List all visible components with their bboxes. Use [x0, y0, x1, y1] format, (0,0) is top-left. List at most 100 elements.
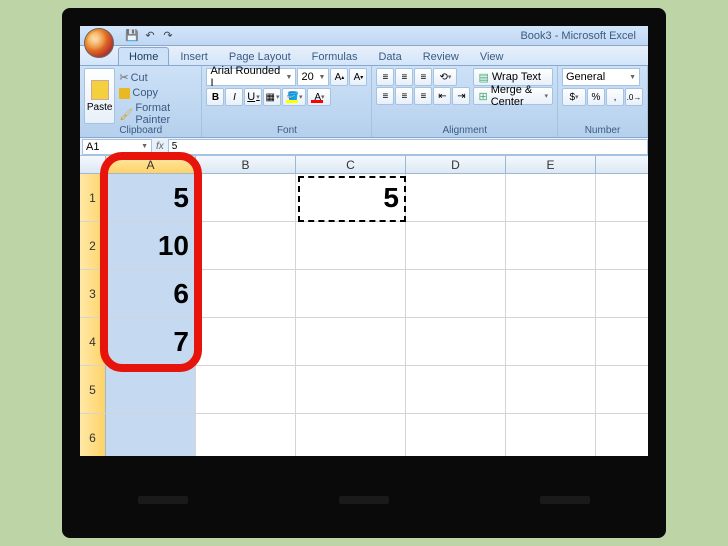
- increase-indent-button[interactable]: ⇥: [452, 87, 470, 105]
- align-bottom-button[interactable]: ≡: [414, 68, 432, 86]
- cell-a6[interactable]: [106, 414, 196, 456]
- cell-d6[interactable]: [406, 414, 506, 456]
- group-clipboard: Paste ✂Cut Copy 🖌Format Painter Clipboar…: [80, 66, 202, 137]
- cell-a4[interactable]: 7: [106, 318, 196, 365]
- ribbon-tabs: Home Insert Page Layout Formulas Data Re…: [80, 46, 648, 66]
- font-size-combo[interactable]: 20▼: [297, 68, 329, 86]
- font-color-button[interactable]: A▾: [307, 88, 331, 106]
- decrease-indent-button[interactable]: ⇤: [433, 87, 451, 105]
- cell-c4[interactable]: [296, 318, 406, 365]
- select-all-corner[interactable]: [80, 156, 106, 173]
- bold-button[interactable]: B: [206, 88, 224, 106]
- tab-view[interactable]: View: [470, 48, 514, 65]
- column-headers: A B C D E: [80, 156, 648, 174]
- number-format-combo[interactable]: General▼: [562, 68, 640, 86]
- col-header-d[interactable]: D: [406, 156, 506, 173]
- row-4: 4 7: [80, 318, 648, 366]
- cell-e4[interactable]: [506, 318, 596, 365]
- cell-b1[interactable]: [196, 174, 296, 221]
- row-header-1[interactable]: 1: [80, 174, 106, 221]
- cell-c5[interactable]: [296, 366, 406, 413]
- cell-c1[interactable]: 5: [296, 174, 406, 221]
- align-right-button[interactable]: ≡: [414, 87, 432, 105]
- merge-center-button[interactable]: ⊞Merge & Center▾: [473, 87, 553, 105]
- font-name-combo[interactable]: Arial Rounded I▼: [206, 68, 296, 86]
- clipboard-label: Clipboard: [80, 125, 201, 136]
- title-bar: 💾 ↶ ↷ Book3 - Microsoft Excel: [80, 26, 648, 46]
- office-button[interactable]: [84, 28, 114, 58]
- copy-icon: [119, 88, 130, 99]
- cell-d1[interactable]: [406, 174, 506, 221]
- orientation-button[interactable]: ⟲▾: [433, 68, 457, 86]
- cell-b2[interactable]: [196, 222, 296, 269]
- cell-a2[interactable]: 10: [106, 222, 196, 269]
- cell-a1[interactable]: 5: [106, 174, 196, 221]
- col-header-c[interactable]: C: [296, 156, 406, 173]
- cell-b4[interactable]: [196, 318, 296, 365]
- cut-button[interactable]: ✂Cut: [117, 70, 197, 85]
- cell-d5[interactable]: [406, 366, 506, 413]
- tab-page-layout[interactable]: Page Layout: [219, 48, 301, 65]
- tab-formulas[interactable]: Formulas: [302, 48, 368, 65]
- cell-e2[interactable]: [506, 222, 596, 269]
- cell-e5[interactable]: [506, 366, 596, 413]
- copy-button[interactable]: Copy: [117, 86, 197, 100]
- cell-e3[interactable]: [506, 270, 596, 317]
- increase-decimal-button[interactable]: .0→: [625, 88, 643, 106]
- grow-font-button[interactable]: A▴: [330, 68, 348, 86]
- cell-b5[interactable]: [196, 366, 296, 413]
- italic-button[interactable]: I: [225, 88, 243, 106]
- cell-a5[interactable]: [106, 366, 196, 413]
- cell-c2[interactable]: [296, 222, 406, 269]
- row-header-4[interactable]: 4: [80, 318, 106, 365]
- quick-access-toolbar: 💾 ↶ ↷: [124, 28, 176, 44]
- undo-icon[interactable]: ↶: [142, 28, 158, 44]
- percent-button[interactable]: %: [587, 88, 605, 106]
- tab-data[interactable]: Data: [368, 48, 411, 65]
- fill-color-button[interactable]: 🪣▾: [282, 88, 306, 106]
- align-top-button[interactable]: ≡: [376, 68, 394, 86]
- name-box[interactable]: A1▼: [82, 139, 152, 155]
- row-3: 3 6: [80, 270, 648, 318]
- col-header-e[interactable]: E: [506, 156, 596, 173]
- window-title: Book3 - Microsoft Excel: [520, 30, 644, 42]
- border-button[interactable]: ▦▾: [263, 88, 281, 106]
- cell-b6[interactable]: [196, 414, 296, 456]
- comma-button[interactable]: ,: [606, 88, 624, 106]
- row-header-6[interactable]: 6: [80, 414, 106, 456]
- save-icon[interactable]: 💾: [124, 28, 140, 44]
- formula-bar[interactable]: 5: [168, 139, 648, 155]
- group-font: Arial Rounded I▼ 20▼ A▴ A▾ B I U▾ ▦▾ 🪣▾ …: [202, 66, 372, 137]
- group-alignment: ≡ ≡ ≡ ⟲▾ ≡ ≡ ≡ ⇤ ⇥ ▤Wrap Text ⊞Merge & C…: [372, 66, 558, 137]
- paste-button[interactable]: Paste: [84, 68, 115, 124]
- cell-d4[interactable]: [406, 318, 506, 365]
- col-header-a[interactable]: A: [106, 156, 196, 173]
- align-left-button[interactable]: ≡: [376, 87, 394, 105]
- row-header-5[interactable]: 5: [80, 366, 106, 413]
- redo-icon[interactable]: ↷: [160, 28, 176, 44]
- tab-home[interactable]: Home: [118, 47, 169, 65]
- cell-d3[interactable]: [406, 270, 506, 317]
- cell-e1[interactable]: [506, 174, 596, 221]
- align-middle-button[interactable]: ≡: [395, 68, 413, 86]
- align-center-button[interactable]: ≡: [395, 87, 413, 105]
- fx-icon[interactable]: fx: [156, 141, 164, 152]
- cell-c6[interactable]: [296, 414, 406, 456]
- shrink-font-button[interactable]: A▾: [349, 68, 367, 86]
- cell-a3[interactable]: 6: [106, 270, 196, 317]
- col-header-b[interactable]: B: [196, 156, 296, 173]
- cell-b3[interactable]: [196, 270, 296, 317]
- cell-c3[interactable]: [296, 270, 406, 317]
- hinge: [339, 496, 389, 504]
- row-6: 6: [80, 414, 648, 456]
- currency-button[interactable]: $▾: [562, 88, 586, 106]
- tab-review[interactable]: Review: [413, 48, 469, 65]
- cell-d2[interactable]: [406, 222, 506, 269]
- cell-e6[interactable]: [506, 414, 596, 456]
- row-header-3[interactable]: 3: [80, 270, 106, 317]
- tab-insert[interactable]: Insert: [170, 48, 218, 65]
- alignment-label: Alignment: [372, 125, 557, 136]
- row-header-2[interactable]: 2: [80, 222, 106, 269]
- underline-button[interactable]: U▾: [244, 88, 262, 106]
- format-painter-button[interactable]: 🖌Format Painter: [117, 101, 197, 127]
